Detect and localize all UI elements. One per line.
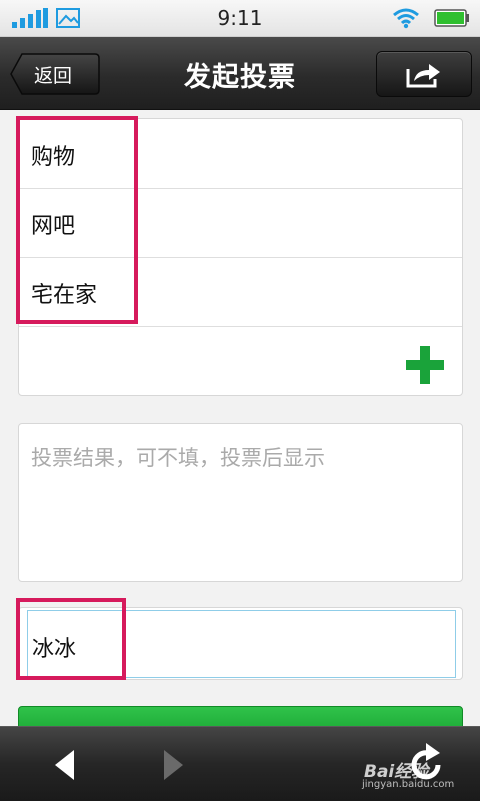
wifi-icon bbox=[393, 8, 419, 29]
add-option-row bbox=[19, 326, 462, 395]
share-icon bbox=[406, 64, 440, 88]
battery-icon bbox=[434, 9, 469, 27]
bottom-toolbar: Bai经验 jingyan.baidu.com bbox=[0, 726, 480, 801]
annotation-highlight-options bbox=[16, 116, 138, 324]
back-arrow-icon[interactable] bbox=[52, 749, 78, 781]
title-bar: 返回 发起投票 bbox=[0, 37, 480, 110]
annotation-highlight-name bbox=[16, 598, 126, 680]
share-button[interactable] bbox=[376, 51, 472, 97]
forward-arrow-icon[interactable] bbox=[160, 749, 186, 781]
add-option-icon[interactable] bbox=[405, 345, 445, 385]
vote-result-textarea[interactable]: 投票结果，可不填，投票后显示 bbox=[18, 423, 463, 582]
vote-result-placeholder: 投票结果，可不填，投票后显示 bbox=[31, 446, 325, 470]
watermark-url: jingyan.baidu.com bbox=[362, 779, 455, 790]
status-bar: 9:11 bbox=[0, 0, 480, 37]
